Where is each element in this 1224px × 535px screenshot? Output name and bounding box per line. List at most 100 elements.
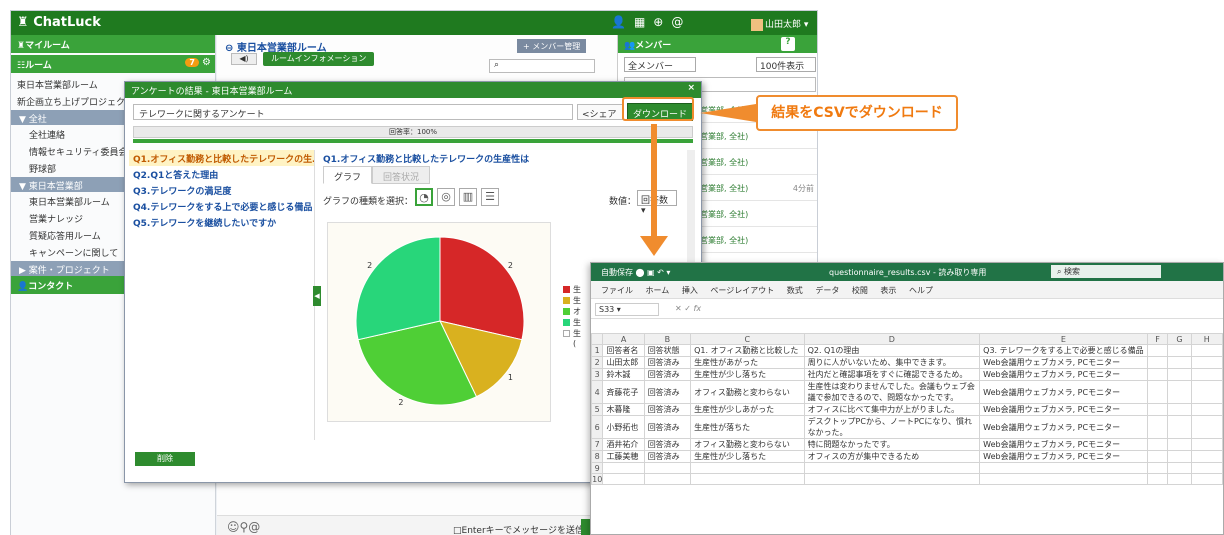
- table-cell[interactable]: 回答者名: [602, 344, 645, 357]
- row-number[interactable]: 1: [591, 344, 604, 357]
- user-menu[interactable]: 山田太郎 ▾: [751, 17, 808, 31]
- table-cell[interactable]: [1146, 415, 1169, 439]
- table-cell[interactable]: [602, 473, 645, 485]
- table-cell[interactable]: [690, 462, 805, 474]
- tab-status[interactable]: 回答状況: [372, 166, 431, 184]
- table-cell[interactable]: [1167, 438, 1192, 451]
- fx-icon[interactable]: ✕ ✓ fx: [675, 304, 701, 313]
- hbar-chart-icon[interactable]: ☰: [481, 188, 499, 206]
- share-button[interactable]: <シェア: [577, 104, 623, 120]
- row-number[interactable]: 9: [591, 462, 604, 474]
- table-cell[interactable]: [1146, 462, 1169, 474]
- emoji-icon[interactable]: ☺⚲@: [227, 520, 260, 534]
- table-cell[interactable]: オフィスの方が集中できるため: [803, 450, 981, 463]
- table-cell[interactable]: [1190, 380, 1223, 404]
- tab-graph[interactable]: グラフ: [323, 166, 373, 184]
- table-cell[interactable]: Q3. テレワークをする上で必要と感じる備品: [979, 344, 1148, 357]
- row-number[interactable]: 3: [591, 368, 604, 381]
- table-cell[interactable]: [643, 473, 692, 485]
- sidebar-rooms-header[interactable]: ☷ルーム 7 ⚙: [11, 55, 215, 73]
- question-item[interactable]: Q4.テレワークをする上で必要と感じる備品: [129, 198, 314, 214]
- excel-ribbon-tabs[interactable]: ファイル ホーム 挿入 ページレイアウト 数式 データ 校閲 表示 ヘルプ: [591, 281, 1223, 299]
- column-header[interactable]: B: [643, 333, 692, 345]
- close-icon[interactable]: ×: [687, 83, 695, 93]
- table-cell[interactable]: [643, 462, 692, 474]
- table-cell[interactable]: 回答済み: [643, 356, 692, 369]
- autosave-toggle[interactable]: 自動保存 ⬤ ▣ ↶ ▾: [601, 267, 670, 278]
- row-number[interactable]: 7: [591, 438, 604, 451]
- delete-button[interactable]: 削除: [135, 452, 195, 466]
- table-cell[interactable]: Web会議用ウェブカメラ, PCモニター: [979, 368, 1148, 381]
- table-cell[interactable]: 斉藤花子: [602, 380, 645, 404]
- table-cell[interactable]: Web会議用ウェブカメラ, PCモニター: [979, 380, 1148, 404]
- row-number[interactable]: 4: [591, 380, 604, 404]
- table-cell[interactable]: 社内だと確認事項をすぐに確認できるため。: [803, 368, 981, 381]
- table-cell[interactable]: 木暮隆: [602, 403, 645, 416]
- speaker-icon[interactable]: ◀): [231, 53, 257, 65]
- table-cell[interactable]: [1167, 462, 1192, 474]
- room-info-button[interactable]: ルームインフォメーション: [263, 52, 375, 66]
- table-cell[interactable]: [1146, 368, 1169, 381]
- table-cell[interactable]: [1190, 344, 1223, 357]
- table-cell[interactable]: 回答済み: [643, 368, 692, 381]
- table-cell[interactable]: Q1. オフィス勤務と比較した: [690, 344, 805, 357]
- table-cell[interactable]: [979, 473, 1148, 485]
- table-cell[interactable]: Web会議用ウェブカメラ, PCモニター: [979, 438, 1148, 451]
- question-item[interactable]: Q3.テレワークの満足度: [129, 182, 314, 198]
- member-filter-select[interactable]: 全メンバー: [624, 57, 696, 72]
- table-cell[interactable]: 回答済み: [643, 380, 692, 404]
- gear-icon[interactable]: ⚙: [202, 57, 211, 68]
- column-header[interactable]: C: [690, 333, 805, 345]
- table-cell[interactable]: [1167, 473, 1192, 485]
- search-input[interactable]: ⌕: [489, 59, 595, 73]
- table-cell[interactable]: 生産性があがった: [690, 356, 805, 369]
- table-cell[interactable]: [1167, 380, 1192, 404]
- table-cell[interactable]: オフィス勤務と変わらない: [690, 438, 805, 451]
- table-cell[interactable]: [979, 462, 1148, 474]
- table-cell[interactable]: [1167, 368, 1192, 381]
- table-cell[interactable]: 回答状態: [643, 344, 692, 357]
- table-cell[interactable]: 小野拓也: [602, 415, 645, 439]
- column-header[interactable]: A: [602, 333, 645, 345]
- table-cell[interactable]: Q2. Q1の理由: [803, 344, 981, 357]
- table-cell[interactable]: [803, 462, 981, 474]
- table-cell[interactable]: [1190, 403, 1223, 416]
- table-cell[interactable]: 生産性が少し落ちた: [690, 450, 805, 463]
- per-page-select[interactable]: 100件表示: [756, 57, 816, 72]
- table-cell[interactable]: [1167, 356, 1192, 369]
- table-cell[interactable]: 特に問題なかったです。: [803, 438, 981, 451]
- table-cell[interactable]: オフィス勤務と変わらない: [690, 380, 805, 404]
- table-cell[interactable]: [1167, 450, 1192, 463]
- member-manage-button[interactable]: + メンバー管理: [517, 39, 587, 53]
- number-select[interactable]: 回答数 ▾: [637, 190, 677, 216]
- table-cell[interactable]: 工藤美穂: [602, 450, 645, 463]
- row-number[interactable]: 5: [591, 403, 604, 416]
- question-item[interactable]: Q2.Q1と答えた理由: [129, 166, 314, 182]
- question-item[interactable]: Q5.テレワークを継続したいですか: [129, 214, 314, 230]
- table-cell[interactable]: [1190, 462, 1223, 474]
- sidebar-my-room[interactable]: ♜マイルーム: [11, 35, 215, 53]
- row-number[interactable]: 6: [591, 415, 604, 439]
- table-cell[interactable]: オフィスに比べて集中力が上がりました。: [803, 403, 981, 416]
- table-cell[interactable]: [1167, 344, 1192, 357]
- table-cell[interactable]: [1146, 450, 1169, 463]
- enter-send-checkbox[interactable]: □Enterキーでメッセージを送信: [453, 523, 584, 535]
- table-cell[interactable]: [690, 473, 805, 485]
- table-cell[interactable]: 回答済み: [643, 438, 692, 451]
- column-header[interactable]: G: [1167, 333, 1192, 345]
- pie-slice[interactable]: [355, 236, 441, 341]
- table-cell[interactable]: 生産性が落ちた: [690, 415, 805, 439]
- table-cell[interactable]: [1167, 403, 1192, 416]
- column-header[interactable]: D: [803, 333, 981, 345]
- question-item[interactable]: Q1.オフィス勤務と比較したテレワークの生…: [129, 150, 314, 166]
- table-cell[interactable]: [1146, 380, 1169, 404]
- table-cell[interactable]: [1146, 356, 1169, 369]
- table-cell[interactable]: 生産性が少しあがった: [690, 403, 805, 416]
- table-cell[interactable]: [1190, 438, 1223, 451]
- table-cell[interactable]: 鈴木誠: [602, 368, 645, 381]
- table-cell[interactable]: 周りに人がいないため、集中できます。: [803, 356, 981, 369]
- table-cell[interactable]: [1146, 438, 1169, 451]
- table-cell[interactable]: 回答済み: [643, 415, 692, 439]
- table-cell[interactable]: [1190, 473, 1223, 485]
- table-cell[interactable]: [1167, 415, 1192, 439]
